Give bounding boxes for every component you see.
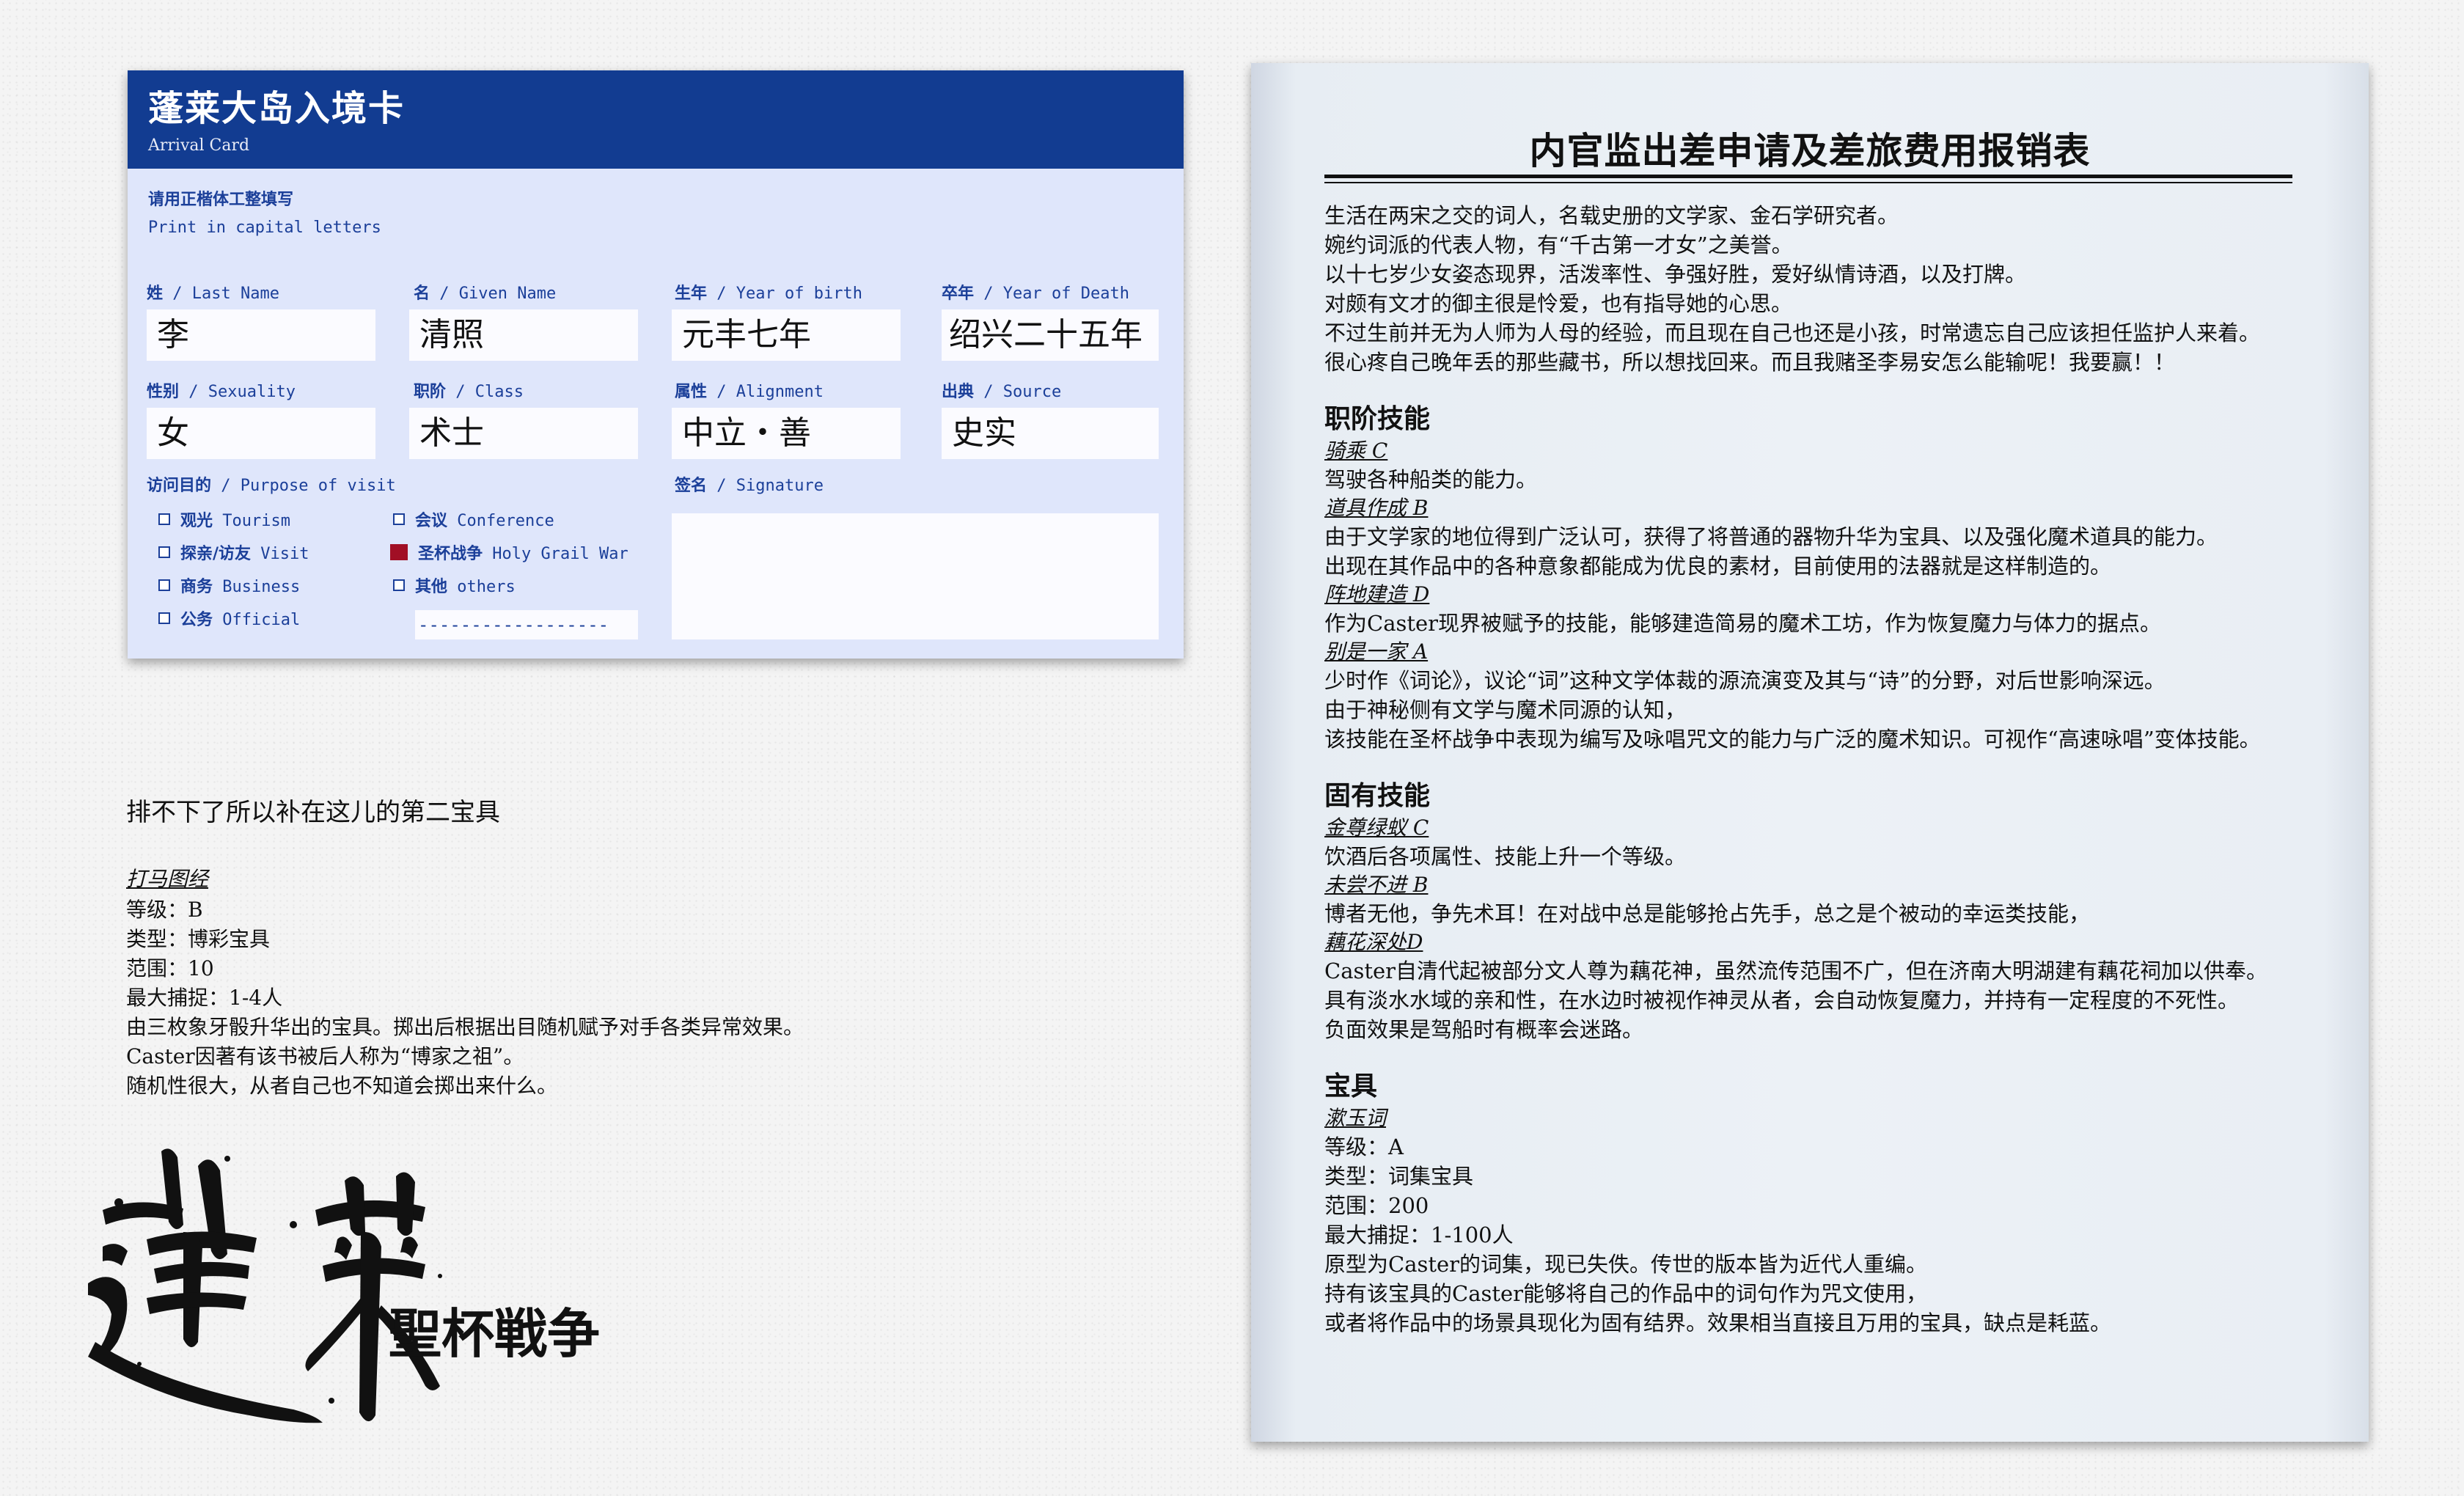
skill-line: 由于文学家的地位得到广泛认可，获得了将普通的器物升华为宝具、以及强化魔术道具的能…: [1324, 524, 2218, 549]
skill-line: 少时作《词论》，议论“词”这种文学体裁的源流演变及其与“诗”的分野，对后世影响深…: [1324, 668, 2166, 693]
checkbox-icon[interactable]: [393, 513, 405, 525]
skill-line: 具有淡水水域的亲和性，在水边时被视作神灵从者，会自动恢复魔力，并持有一定程度的不…: [1324, 988, 2240, 1013]
skill-name: 藕花深处D: [1324, 930, 1423, 954]
checked-box-icon[interactable]: [390, 544, 408, 560]
checkbox-icon[interactable]: [158, 546, 170, 558]
skill-name: 道具作成 B: [1324, 496, 1429, 520]
np-name: 打马图经: [126, 867, 209, 891]
np-name: 漱玉词: [1324, 1106, 1387, 1130]
np-line: 类型：博彩宝具: [126, 927, 271, 951]
purpose-option-others[interactable]: 其他 others: [393, 573, 516, 597]
card-subtitle: Arrival Card: [148, 136, 250, 155]
np-line: 最大捕捉：1-100人: [1324, 1222, 1514, 1247]
skill-name: 骑乘 C: [1324, 439, 1388, 463]
np-line: 或者将作品中的场景具现化为固有结界。效果相当直接且万用的宝具，缺点是耗蓝。: [1324, 1310, 2112, 1335]
purpose-option-conference[interactable]: 会议 Conference: [393, 507, 554, 531]
skill-line: 出现在其作品中的各种意象都能成为优良的素材，目前使用的法器就是这样制造的。: [1324, 554, 2112, 579]
class-field[interactable]: 术士: [409, 408, 638, 459]
section-class-skills: 职阶技能: [1324, 403, 1431, 434]
np-line: 范围：10: [126, 956, 214, 980]
skill-name: 阵地建造 D: [1324, 582, 1430, 606]
instruction-en: Print in capital letters: [148, 219, 381, 237]
notes-heading: 排不下了所以补在这儿的第二宝具: [126, 798, 500, 827]
second-noble-phantasm-notes: 排不下了所以补在这儿的第二宝具 打马图经 等级：B 类型：博彩宝具 范围：10 …: [126, 792, 1006, 1101]
np-line: 由三枚象牙骰升华出的宝具。掷出后根据出目随机赋予对手各类异常效果。: [126, 1015, 804, 1039]
np-line: 随机性很大，从者自己也不知道会掷出来什么。: [126, 1074, 558, 1098]
np-line: 最大捕捉：1-4人: [126, 986, 283, 1010]
label-sexuality: 性别 / Sexuality: [147, 383, 296, 401]
section-personal-skills: 固有技能: [1324, 780, 1431, 811]
year-death-field[interactable]: 绍兴二十五年: [942, 309, 1159, 361]
label-signature: 签名 / Signature: [675, 477, 824, 495]
logo-calligraphy-icon: [88, 1148, 442, 1423]
np-line: 等级：A: [1324, 1134, 1404, 1159]
instruction-cn: 请用正楷体工整填写: [148, 191, 294, 209]
other-purpose-field[interactable]: ------------------: [415, 610, 638, 639]
purpose-option-official[interactable]: 公务 Official: [158, 606, 300, 630]
intro-line: 婉约词派的代表人物，有“千古第一才女”之美誉。: [1324, 232, 1793, 257]
intro-line: 不过生前并无为人师为人母的经验，而且现在自己也还是小孩，时常遗忘自己应该担任监护…: [1324, 320, 2261, 345]
purpose-option-tourism[interactable]: 观光 Tourism: [158, 507, 290, 531]
skill-line: 该技能在圣杯战争中表现为编写及咏唱咒文的能力与广泛的魔术知识。可视作“高速咏唱”…: [1324, 727, 2261, 752]
purpose-option-holy-grail-war[interactable]: 圣杯战争 Holy Grail War: [390, 540, 628, 564]
checkbox-icon[interactable]: [158, 579, 170, 591]
signature-field[interactable]: [672, 513, 1159, 639]
logo: 聖杯戦争: [73, 1122, 631, 1430]
skill-name: 别是一家 A: [1324, 639, 1429, 664]
arrival-card: 蓬莱大岛入境卡 Arrival Card 请用正楷体工整填写 Print in …: [128, 70, 1184, 659]
section-noble-phantasm: 宝具: [1324, 1071, 1378, 1101]
label-purpose: 访问目的 / Purpose of visit: [147, 477, 396, 495]
purpose-option-business[interactable]: 商务 Business: [158, 573, 300, 597]
label-year-birth: 生年 / Year of birth: [675, 285, 862, 303]
np-line: 类型：词集宝具: [1324, 1164, 1474, 1189]
title-rule-thin: [1324, 182, 2292, 183]
label-given-name: 名 / Given Name: [414, 285, 557, 303]
skill-name: 金尊绿蚁 C: [1324, 815, 1429, 840]
last-name-field[interactable]: 李: [147, 309, 375, 361]
np-line: 持有该宝具的Caster能够将自己的作品中的词句作为咒文使用，: [1324, 1281, 1928, 1306]
label-class: 职阶 / Class: [414, 383, 524, 401]
intro-line: 生活在两宋之交的词人，名载史册的文学家、金石学研究者。: [1324, 203, 1899, 228]
intro-line: 很心疼自己晚年丢的那些藏书，所以想找回来。而且我赌圣李易安怎么能输呢！我要赢！！: [1324, 350, 2176, 375]
skill-line: Caster自清代起被部分文人尊为藕花神，虽然流传范围不广，但在济南大明湖建有藕…: [1324, 958, 2268, 983]
checkbox-icon[interactable]: [158, 513, 170, 525]
sexuality-field[interactable]: 女: [147, 408, 375, 459]
np-line: 等级：B: [126, 898, 203, 922]
purpose-option-visit[interactable]: 探亲/访友 Visit: [158, 540, 309, 564]
label-source: 出典 / Source: [942, 383, 1062, 401]
document-body: 生活在两宋之交的词人，名载史册的文学家、金石学研究者。 婉约词派的代表人物，有“…: [1324, 201, 2322, 1338]
document-title: 内官监出差申请及差旅费用报销表: [1529, 129, 2091, 172]
title-rule: [1324, 175, 2292, 178]
skill-line: 负面效果是驾船时有概率会迷路。: [1324, 1017, 1644, 1042]
card-header: 蓬莱大岛入境卡 Arrival Card: [128, 70, 1184, 169]
checkbox-icon[interactable]: [393, 579, 405, 591]
reimbursement-form: 内官监出差申请及差旅费用报销表 生活在两宋之交的词人，名载史册的文学家、金石学研…: [1251, 63, 2369, 1442]
skill-line: 饮酒后各项属性、技能上升一个等级。: [1324, 844, 1687, 869]
year-birth-field[interactable]: 元丰七年: [672, 309, 901, 361]
np-line: 原型为Caster的词集，现已失佚。传世的版本皆为近代人重编。: [1324, 1252, 1928, 1277]
source-field[interactable]: 史实: [942, 408, 1159, 459]
intro-line: 以十七岁少女姿态现界，活泼率性、争强好胜，爱好纵情诗酒，以及打牌。: [1324, 262, 2027, 287]
skill-line: 博者无他，争先术耳！在对战中总是能够抢占先手，总之是个被动的幸运类技能，: [1324, 901, 2091, 926]
given-name-field[interactable]: 清照: [409, 309, 638, 361]
np-line: Caster因著有该书被后人称为“博家之祖”。: [126, 1044, 524, 1068]
card-title: 蓬莱大岛入境卡: [148, 88, 406, 129]
skill-line: 作为Caster现界被赋予的技能，能够建造简易的魔术工坊，作为恢复魔力与体力的据…: [1324, 611, 2162, 636]
label-alignment: 属性 / Alignment: [675, 383, 824, 401]
skill-line: 由于神秘侧有文学与魔术同源的认知，: [1324, 697, 1687, 722]
logo-text: 聖杯戦争: [389, 1302, 601, 1365]
label-last-name: 姓 / Last Name: [147, 285, 279, 303]
intro-line: 对颇有文才的御主很是怜爱，也有指导她的心思。: [1324, 291, 1793, 316]
skill-name: 未尝不进 B: [1324, 873, 1429, 897]
np-line: 范围：200: [1324, 1193, 1429, 1218]
label-year-death: 卒年 / Year of Death: [942, 285, 1129, 303]
checkbox-icon[interactable]: [158, 612, 170, 624]
skill-line: 驾驶各种船类的能力。: [1324, 467, 1538, 492]
alignment-field[interactable]: 中立・善: [672, 408, 901, 459]
